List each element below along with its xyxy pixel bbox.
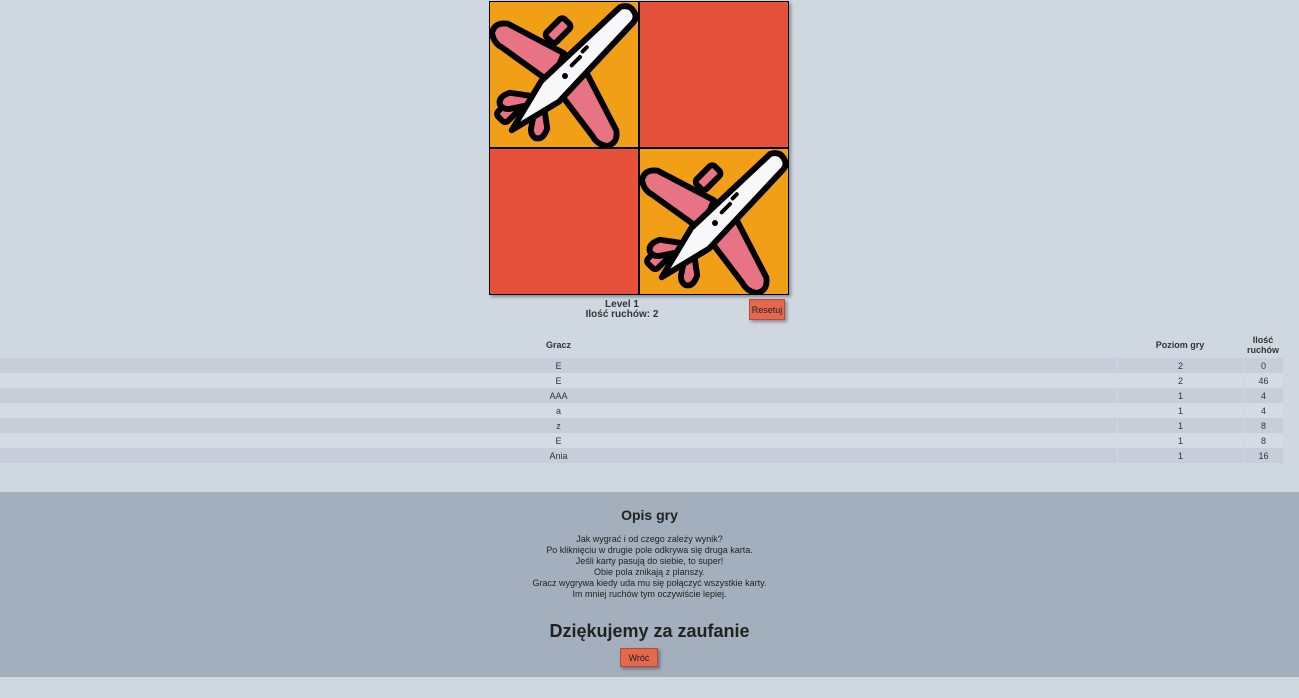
- cell-moves: 4: [1243, 403, 1283, 418]
- cell-moves: 8: [1243, 418, 1283, 433]
- cell-player: E: [0, 373, 1117, 388]
- game-status: Level 1 Ilość ruchów: 2: [560, 300, 684, 320]
- table-row: AAA 1 4: [0, 388, 1283, 403]
- table-row: Ania 1 16: [0, 448, 1283, 463]
- card-2[interactable]: [639, 1, 789, 148]
- cell-moves: 8: [1243, 433, 1283, 448]
- cell-player: Ania: [0, 448, 1117, 463]
- game-board: [489, 1, 789, 295]
- thanks-heading: Dziękujemy za zaufanie: [549, 621, 750, 641]
- cell-moves: 4: [1243, 388, 1283, 403]
- description-title: Opis gry: [621, 507, 678, 523]
- cell-level: 1: [1117, 418, 1243, 433]
- cell-level: 1: [1117, 388, 1243, 403]
- table-row: z 1 8: [0, 418, 1283, 433]
- cell-level: 2: [1117, 373, 1243, 388]
- description-line: Jeśli karty pasują do siebie, to super!: [575, 556, 724, 566]
- description-line: Gracz wygrywa kiedy uda mu się połączyć …: [532, 578, 767, 588]
- scoreboard-table: Gracz Poziom gry Ilość ruchów E 2 0 E 2 …: [0, 332, 1283, 463]
- cell-level: 1: [1117, 448, 1243, 463]
- cell-moves: 0: [1243, 358, 1283, 373]
- card-4[interactable]: [639, 148, 789, 295]
- cell-moves: 46: [1243, 373, 1283, 388]
- cell-level: 2: [1117, 358, 1243, 373]
- cell-player: E: [0, 358, 1117, 373]
- cell-player: E: [0, 433, 1117, 448]
- cell-player: AAA: [0, 388, 1117, 403]
- description-line: Po kliknięciu w drugie pole odkrywa się …: [546, 545, 753, 555]
- description-line: Jak wygrać i od czego zależy wynik?: [576, 534, 723, 544]
- table-row: E 2 0: [0, 358, 1283, 373]
- airplane-icon: [640, 150, 788, 294]
- table-row: E 2 46: [0, 373, 1283, 388]
- description-line: Obie pola znikają z planszy.: [594, 567, 705, 577]
- table-row: E 1 8: [0, 433, 1283, 448]
- table-row: a 1 4: [0, 403, 1283, 418]
- moves-counter: Ilość ruchów: 2: [585, 309, 659, 320]
- card-3[interactable]: [489, 148, 639, 295]
- airplane-icon: [490, 3, 638, 147]
- cell-player: z: [0, 418, 1117, 433]
- header-moves: Ilość ruchów: [1246, 335, 1279, 355]
- cell-player: a: [0, 403, 1117, 418]
- reset-button[interactable]: Resetuj: [749, 299, 785, 320]
- game-description-section: Opis gry Jak wygrać i od czego zależy wy…: [0, 492, 1299, 677]
- cell-level: 1: [1117, 433, 1243, 448]
- description-line: Im mniej ruchów tym oczywiście lepiej.: [572, 589, 727, 599]
- cell-moves: 16: [1243, 448, 1283, 463]
- header-level: Poziom gry: [1155, 340, 1205, 350]
- card-1[interactable]: [489, 1, 639, 148]
- back-button[interactable]: Wróć: [620, 648, 658, 667]
- cell-level: 1: [1117, 403, 1243, 418]
- header-player: Gracz: [545, 340, 571, 350]
- description-text: Jak wygrać i od czego zależy wynik? Po k…: [0, 534, 1299, 600]
